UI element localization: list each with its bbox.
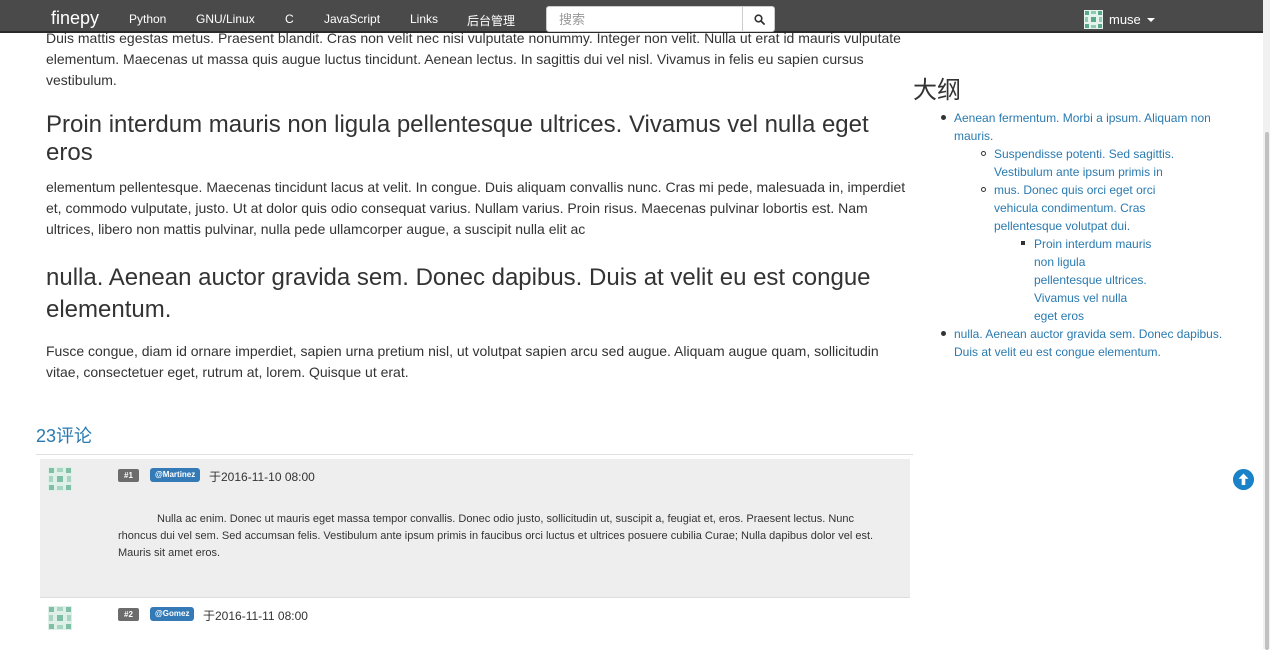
- nav-item-gnu-linux[interactable]: GNU/Linux: [196, 12, 255, 26]
- outline-link[interactable]: Aenean fermentum. Morbi a ipsum. Aliquam…: [954, 109, 1224, 145]
- article-paragraph: elementum pellentesque. Maecenas tincidu…: [46, 179, 906, 237]
- article-paragraph: Fusce congue, diam id ornare imperdiet, …: [46, 343, 879, 380]
- outline-link[interactable]: Proin interdum mauris non ligula pellent…: [1034, 235, 1152, 325]
- comment-user-badge[interactable]: @Martinez: [150, 468, 201, 482]
- commenter-avatar: [48, 467, 72, 491]
- article-paragraph: Duis mattis egestas metus. Praesent blan…: [46, 30, 901, 88]
- divider: [36, 454, 913, 455]
- nav-item-admin[interactable]: 后台管理: [467, 12, 515, 29]
- brand-logo[interactable]: finepy: [51, 8, 99, 29]
- scrollbar-thumb[interactable]: [1265, 132, 1269, 650]
- comment-number-badge: #2: [118, 608, 139, 621]
- article-heading: nulla. Aenean auctor gravida sem. Donec …: [46, 264, 871, 323]
- chevron-down-icon: [1146, 18, 1155, 22]
- comments-count: 23评论: [36, 426, 93, 446]
- commenter-avatar: [48, 606, 72, 630]
- nav-item-links[interactable]: Links: [410, 12, 438, 26]
- bullet-circle: [981, 151, 986, 156]
- outline-link[interactable]: nulla. Aenean auctor gravida sem. Donec …: [954, 325, 1239, 361]
- user-avatar: [1084, 9, 1103, 29]
- outline-title: 大纲: [913, 77, 961, 104]
- outline-link[interactable]: Suspendisse potenti. Sed sagittis. Vesti…: [994, 145, 1184, 181]
- comment-number-badge: #1: [118, 469, 139, 482]
- search-icon: [753, 13, 765, 25]
- bullet-disc: [941, 331, 946, 336]
- comment-date: 于2016-11-11 08:00: [203, 609, 308, 623]
- comment-user-badge[interactable]: @Gomez: [150, 607, 195, 621]
- comment-body: Nulla ac enim. Donec ut mauris eget mass…: [118, 513, 874, 559]
- comment-date: 于2016-11-10 08:00: [209, 470, 315, 484]
- bullet-circle: [981, 187, 986, 192]
- back-to-top-icon[interactable]: [1233, 469, 1254, 490]
- nav-item-c[interactable]: C: [285, 12, 294, 26]
- outline-link[interactable]: mus. Donec quis orci eget orci vehicula …: [994, 181, 1169, 235]
- user-menu[interactable]: muse: [1084, 9, 1155, 29]
- nav-item-javascript[interactable]: JavaScript: [324, 12, 380, 26]
- user-name: muse: [1109, 11, 1141, 27]
- bullet-disc: [941, 115, 946, 120]
- bullet-square: [1021, 241, 1025, 245]
- article-heading: Proin interdum mauris non ligula pellent…: [46, 111, 869, 166]
- nav-item-python[interactable]: Python: [129, 12, 166, 26]
